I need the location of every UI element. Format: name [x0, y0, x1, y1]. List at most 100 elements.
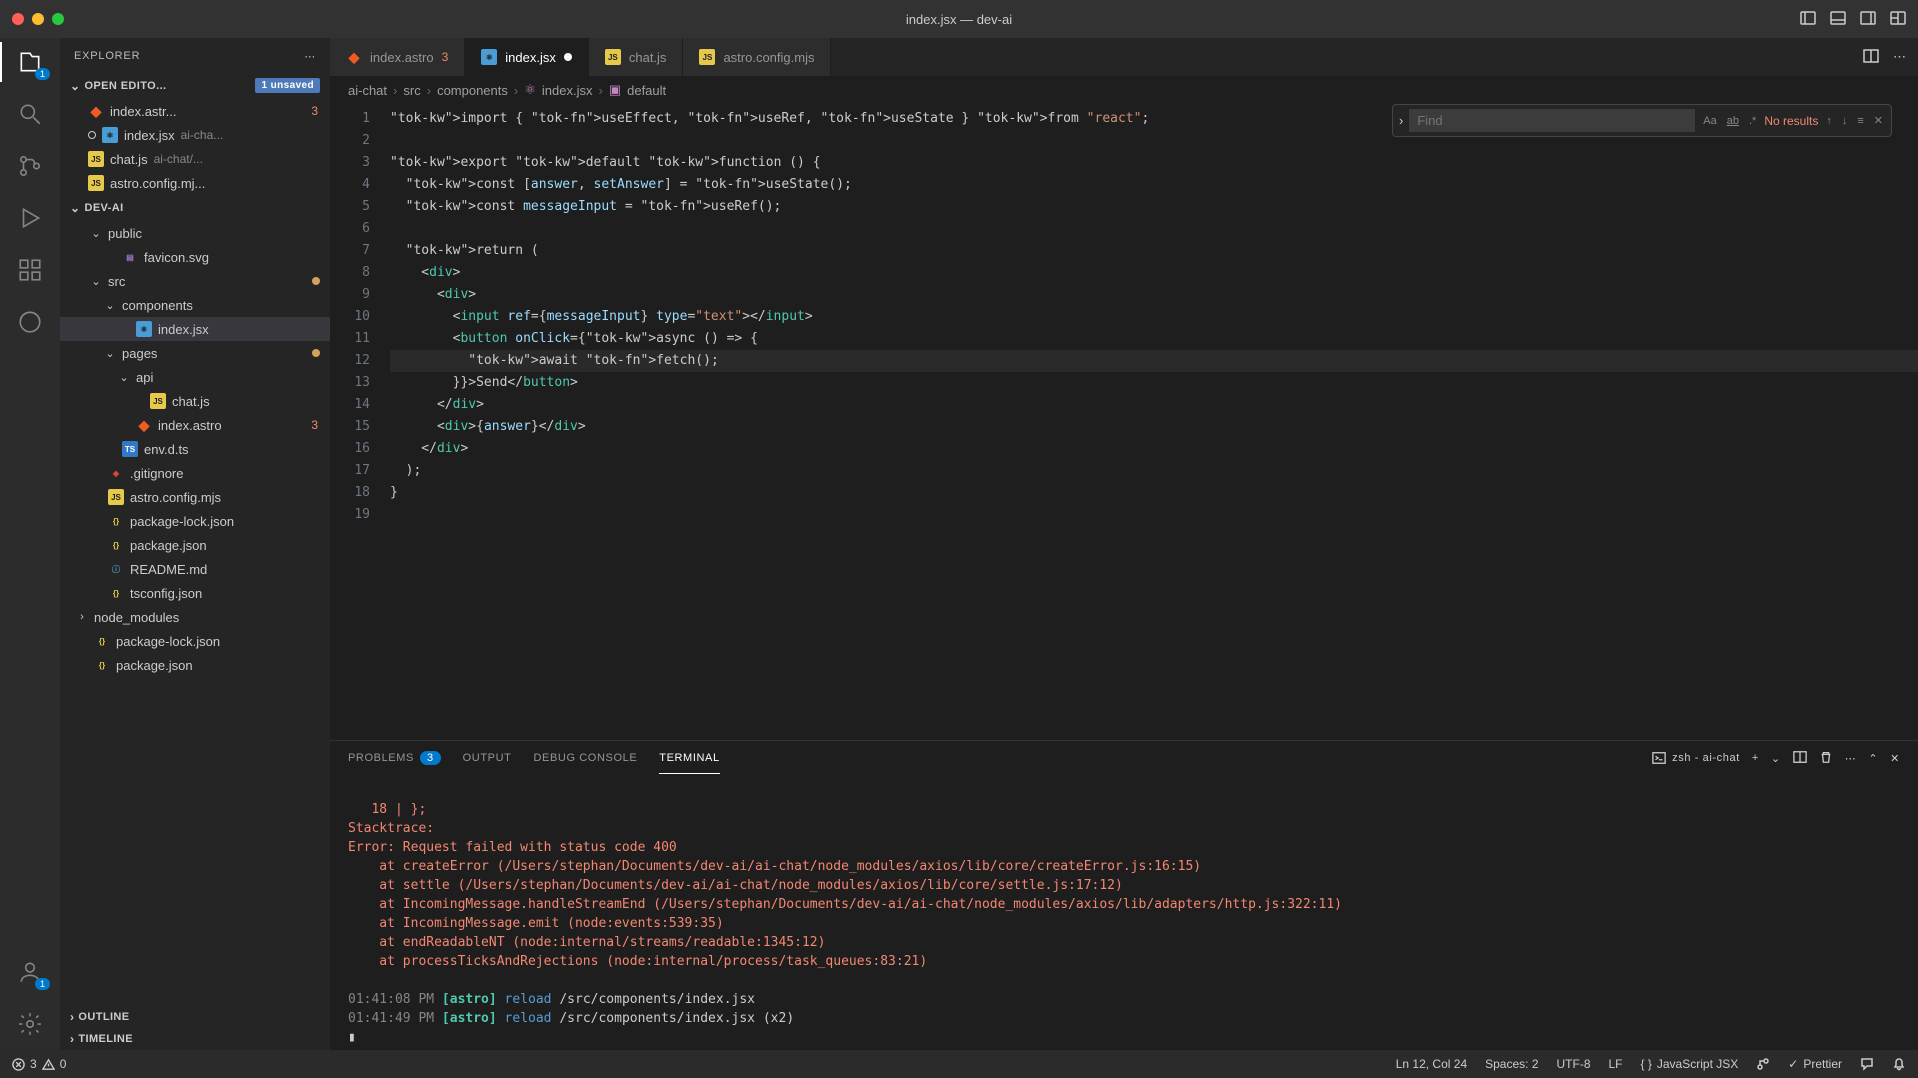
panel-right-icon[interactable] — [1860, 10, 1876, 29]
folder-item[interactable]: ›node_modules — [60, 605, 330, 629]
file-item[interactable]: JSastro.config.mjs — [60, 485, 330, 509]
chevron-down-icon: ⌄ — [70, 201, 80, 215]
code-area[interactable]: "tok-kw">import { "tok-fn">useEffect, "t… — [390, 104, 1918, 740]
editor-tab[interactable]: ⚛index.jsx — [465, 38, 589, 76]
close-window-button[interactable] — [12, 13, 24, 25]
file-tree: ⌄public▤favicon.svg⌄src⌄components⚛index… — [60, 219, 330, 1006]
traffic-lights — [12, 13, 64, 25]
file-item[interactable]: ◈.gitignore — [60, 461, 330, 485]
more-icon[interactable]: ⋯ — [1845, 752, 1857, 765]
close-icon[interactable]: ✕ — [1872, 114, 1885, 127]
editor-tab[interactable]: ◆index.astro3 — [330, 38, 465, 76]
explorer-label: EXPLORER — [74, 50, 140, 62]
editor-tab[interactable]: JSchat.js — [589, 38, 684, 76]
file-item[interactable]: ▤favicon.svg — [60, 245, 330, 269]
encoding-status[interactable]: UTF-8 — [1557, 1057, 1591, 1071]
outline-section[interactable]: › OUTLINE — [60, 1006, 330, 1028]
file-item[interactable]: {}tsconfig.json — [60, 581, 330, 605]
panel-tabs: PROBLEMS 3 OUTPUT DEBUG CONSOLE TERMINAL… — [330, 741, 1918, 775]
file-item[interactable]: ⓘREADME.md — [60, 557, 330, 581]
cursor-position[interactable]: Ln 12, Col 24 — [1396, 1057, 1467, 1071]
feedback-icon[interactable] — [1860, 1057, 1874, 1071]
minimize-window-button[interactable] — [32, 13, 44, 25]
open-editors-section[interactable]: ⌄ OPEN EDITO... 1 unsaved — [60, 74, 330, 97]
file-item[interactable]: TSenv.d.ts — [60, 437, 330, 461]
chevron-right-icon: › — [70, 1010, 74, 1024]
problems-tab[interactable]: PROBLEMS 3 — [348, 751, 441, 765]
file-item[interactable]: {}package-lock.json — [60, 509, 330, 533]
breadcrumbs[interactable]: ai-chat› src› components› ⚛ index.jsx› ▣… — [330, 76, 1918, 104]
match-word-icon[interactable]: ab — [1725, 115, 1741, 127]
breadcrumb-item[interactable]: default — [627, 83, 666, 98]
source-control-icon[interactable] — [16, 152, 44, 180]
open-editor-item[interactable]: JSchat.jsai-chat/... — [60, 147, 330, 171]
terminal-tab[interactable]: TERMINAL — [659, 752, 719, 764]
match-case-icon[interactable]: Aa — [1701, 115, 1718, 127]
terminal-shell-label[interactable]: zsh - ai-chat — [1652, 751, 1740, 765]
run-debug-icon[interactable] — [16, 204, 44, 232]
extensions-icon[interactable] — [16, 256, 44, 284]
new-terminal-icon[interactable]: + — [1752, 752, 1759, 764]
timeline-section[interactable]: › TIMELINE — [60, 1028, 330, 1050]
layout-icon[interactable] — [1890, 10, 1906, 29]
breadcrumb-item[interactable]: components — [437, 83, 508, 98]
unsaved-badge: 1 unsaved — [255, 78, 320, 93]
editor-area: ◆index.astro3⚛index.jsxJSchat.jsJSastro.… — [330, 38, 1918, 1050]
errors-status[interactable]: 3 0 — [12, 1057, 66, 1071]
regex-icon[interactable]: .* — [1747, 115, 1758, 127]
problems-badge: 3 — [420, 751, 441, 765]
open-editor-item[interactable]: JSastro.config.mj... — [60, 171, 330, 195]
find-input[interactable] — [1409, 109, 1695, 132]
panel-bottom-icon[interactable] — [1830, 10, 1846, 29]
file-item[interactable]: {}package.json — [60, 533, 330, 557]
more-icon[interactable]: ⋯ — [1893, 49, 1906, 65]
editor-tab[interactable]: JSastro.config.mjs — [683, 38, 831, 76]
close-panel-icon[interactable]: ✕ — [1890, 752, 1900, 765]
find-expand-icon[interactable]: › — [1399, 113, 1403, 128]
terminal-dropdown-icon[interactable]: ⌄ — [1771, 752, 1781, 765]
file-item[interactable]: ⚛index.jsx — [60, 317, 330, 341]
prev-match-icon[interactable]: ↑ — [1824, 115, 1834, 127]
file-item[interactable]: ◆index.astro3 — [60, 413, 330, 437]
breadcrumb-item[interactable]: src — [403, 83, 420, 98]
maximize-window-button[interactable] — [52, 13, 64, 25]
line-gutter: 12345678910111213141516171819 — [330, 104, 390, 740]
eol-status[interactable]: LF — [1609, 1057, 1623, 1071]
breadcrumb-item[interactable]: ai-chat — [348, 83, 387, 98]
file-item[interactable]: {}package.json — [60, 653, 330, 677]
indentation-status[interactable]: Spaces: 2 — [1485, 1057, 1538, 1071]
folder-item[interactable]: ⌄src — [60, 269, 330, 293]
file-item[interactable]: {}package-lock.json — [60, 629, 330, 653]
open-editor-item[interactable]: ◆index.astr...3 — [60, 99, 330, 123]
maximize-panel-icon[interactable]: ⌃ — [1868, 752, 1878, 765]
bell-icon[interactable] — [1892, 1057, 1906, 1071]
account-icon[interactable]: 1 — [16, 958, 44, 986]
explorer-icon[interactable]: 1 — [16, 48, 44, 76]
output-tab[interactable]: OUTPUT — [463, 752, 512, 764]
panel-left-icon[interactable] — [1800, 10, 1816, 29]
prettier-status[interactable]: ✓ Prettier — [1788, 1057, 1842, 1071]
find-selection-icon[interactable]: ≡ — [1855, 115, 1865, 127]
next-match-icon[interactable]: ↓ — [1840, 115, 1850, 127]
folder-item[interactable]: ⌄pages — [60, 341, 330, 365]
search-icon[interactable] — [16, 100, 44, 128]
kill-terminal-icon[interactable] — [1819, 750, 1833, 767]
split-editor-icon[interactable] — [1863, 48, 1879, 67]
editor-body[interactable]: 12345678910111213141516171819 "tok-kw">i… — [330, 104, 1918, 740]
settings-gear-icon[interactable] — [16, 1010, 44, 1038]
account-badge: 1 — [35, 978, 50, 990]
debug-console-tab[interactable]: DEBUG CONSOLE — [533, 752, 637, 764]
breadcrumb-item[interactable]: index.jsx — [542, 83, 593, 98]
project-section[interactable]: ⌄ DEV-AI — [60, 197, 330, 219]
language-status[interactable]: { } JavaScript JSX — [1641, 1057, 1739, 1071]
terminal-body[interactable]: 18 | }; Stacktrace: Error: Request faile… — [330, 775, 1918, 1050]
split-terminal-icon[interactable] — [1793, 750, 1807, 767]
edge-devtools-icon[interactable] — [16, 308, 44, 336]
tsserver-icon[interactable] — [1756, 1057, 1770, 1071]
folder-item[interactable]: ⌄public — [60, 221, 330, 245]
open-editor-item[interactable]: ⚛index.jsxai-cha... — [60, 123, 330, 147]
folder-item[interactable]: ⌄api — [60, 365, 330, 389]
file-item[interactable]: JSchat.js — [60, 389, 330, 413]
folder-item[interactable]: ⌄components — [60, 293, 330, 317]
more-icon[interactable]: ⋯ — [304, 50, 316, 63]
